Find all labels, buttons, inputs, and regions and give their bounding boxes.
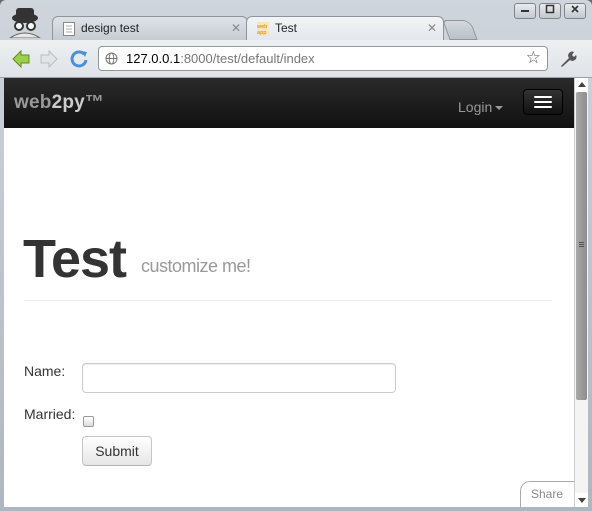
brand-suffix: ™ <box>84 92 105 113</box>
browser-toolbar: 127.0.0.1:8000/test/default/index ☆ <box>0 40 592 78</box>
name-label: Name: <box>24 363 66 379</box>
tab-test[interactable]: web app Test ✕ <box>246 16 444 40</box>
wrench-icon[interactable] <box>558 50 578 68</box>
tab-strip: design test ✕ web app Test ✕ <box>0 0 592 40</box>
scroll-thumb[interactable] <box>576 92 587 400</box>
page-viewport: web2py™ Login Test customize me! Name: M… <box>4 78 574 507</box>
tab-close-icon[interactable]: ✕ <box>427 21 437 35</box>
page-icon <box>63 22 75 36</box>
tab-title: Test <box>275 21 298 35</box>
share-button[interactable]: Share <box>520 481 574 507</box>
tab-title: design test <box>81 21 140 35</box>
married-checkbox[interactable] <box>83 416 94 427</box>
brand-logo[interactable]: web2py™ <box>14 92 104 114</box>
reload-icon[interactable] <box>68 48 90 70</box>
login-label: Login <box>458 99 493 115</box>
scroll-up-arrow-icon[interactable] <box>575 78 588 92</box>
vertical-scrollbar[interactable] <box>574 78 588 507</box>
forward-arrow-icon[interactable] <box>38 48 60 70</box>
maximize-icon <box>545 4 555 14</box>
browser-window: design test ✕ web app Test ✕ 127.0.0.1:8… <box>0 0 592 511</box>
menu-bar <box>534 106 552 108</box>
tab-close-icon[interactable]: ✕ <box>231 21 241 35</box>
minimize-icon <box>521 10 529 12</box>
new-tab-button[interactable] <box>442 20 478 40</box>
married-label: Married: <box>24 406 76 422</box>
url-host: 127.0.0.1 <box>126 51 181 66</box>
brand-prefix: web <box>14 92 52 113</box>
bookmark-star-icon[interactable]: ☆ <box>526 48 541 68</box>
address-bar[interactable]: 127.0.0.1:8000/test/default/index ☆ <box>98 46 548 71</box>
menu-toggle-button[interactable] <box>523 89 563 115</box>
svg-text:app: app <box>257 30 266 36</box>
grip-line <box>579 246 584 247</box>
grip-line <box>579 244 584 245</box>
web2py-favicon-icon: web app <box>257 22 269 36</box>
caret-down-icon <box>495 106 504 111</box>
grip-line <box>579 242 584 243</box>
globe-icon <box>105 52 118 65</box>
url-text[interactable]: 127.0.0.1:8000/test/default/index <box>126 51 315 66</box>
back-arrow-icon[interactable] <box>10 48 32 70</box>
url-path: :8000/test/default/index <box>180 51 315 66</box>
name-field[interactable] <box>82 363 396 393</box>
page-title: Test <box>23 229 127 289</box>
top-navbar: web2py™ Login <box>4 78 574 128</box>
login-dropdown[interactable]: Login <box>458 99 504 115</box>
scroll-down-arrow-icon[interactable] <box>575 493 588 507</box>
incognito-icon <box>9 8 41 38</box>
menu-bar <box>534 96 552 98</box>
close-window-button[interactable] <box>564 3 586 19</box>
page-subtitle: customize me! <box>141 256 251 276</box>
brand-bold: 2py <box>51 92 85 113</box>
tab-design-test[interactable]: design test ✕ <box>52 16 248 40</box>
menu-bar <box>534 101 552 103</box>
divider <box>24 300 552 301</box>
submit-button[interactable]: Submit <box>82 436 152 466</box>
maximize-button[interactable] <box>539 3 561 19</box>
close-icon <box>571 5 579 13</box>
minimize-button[interactable] <box>514 3 536 19</box>
